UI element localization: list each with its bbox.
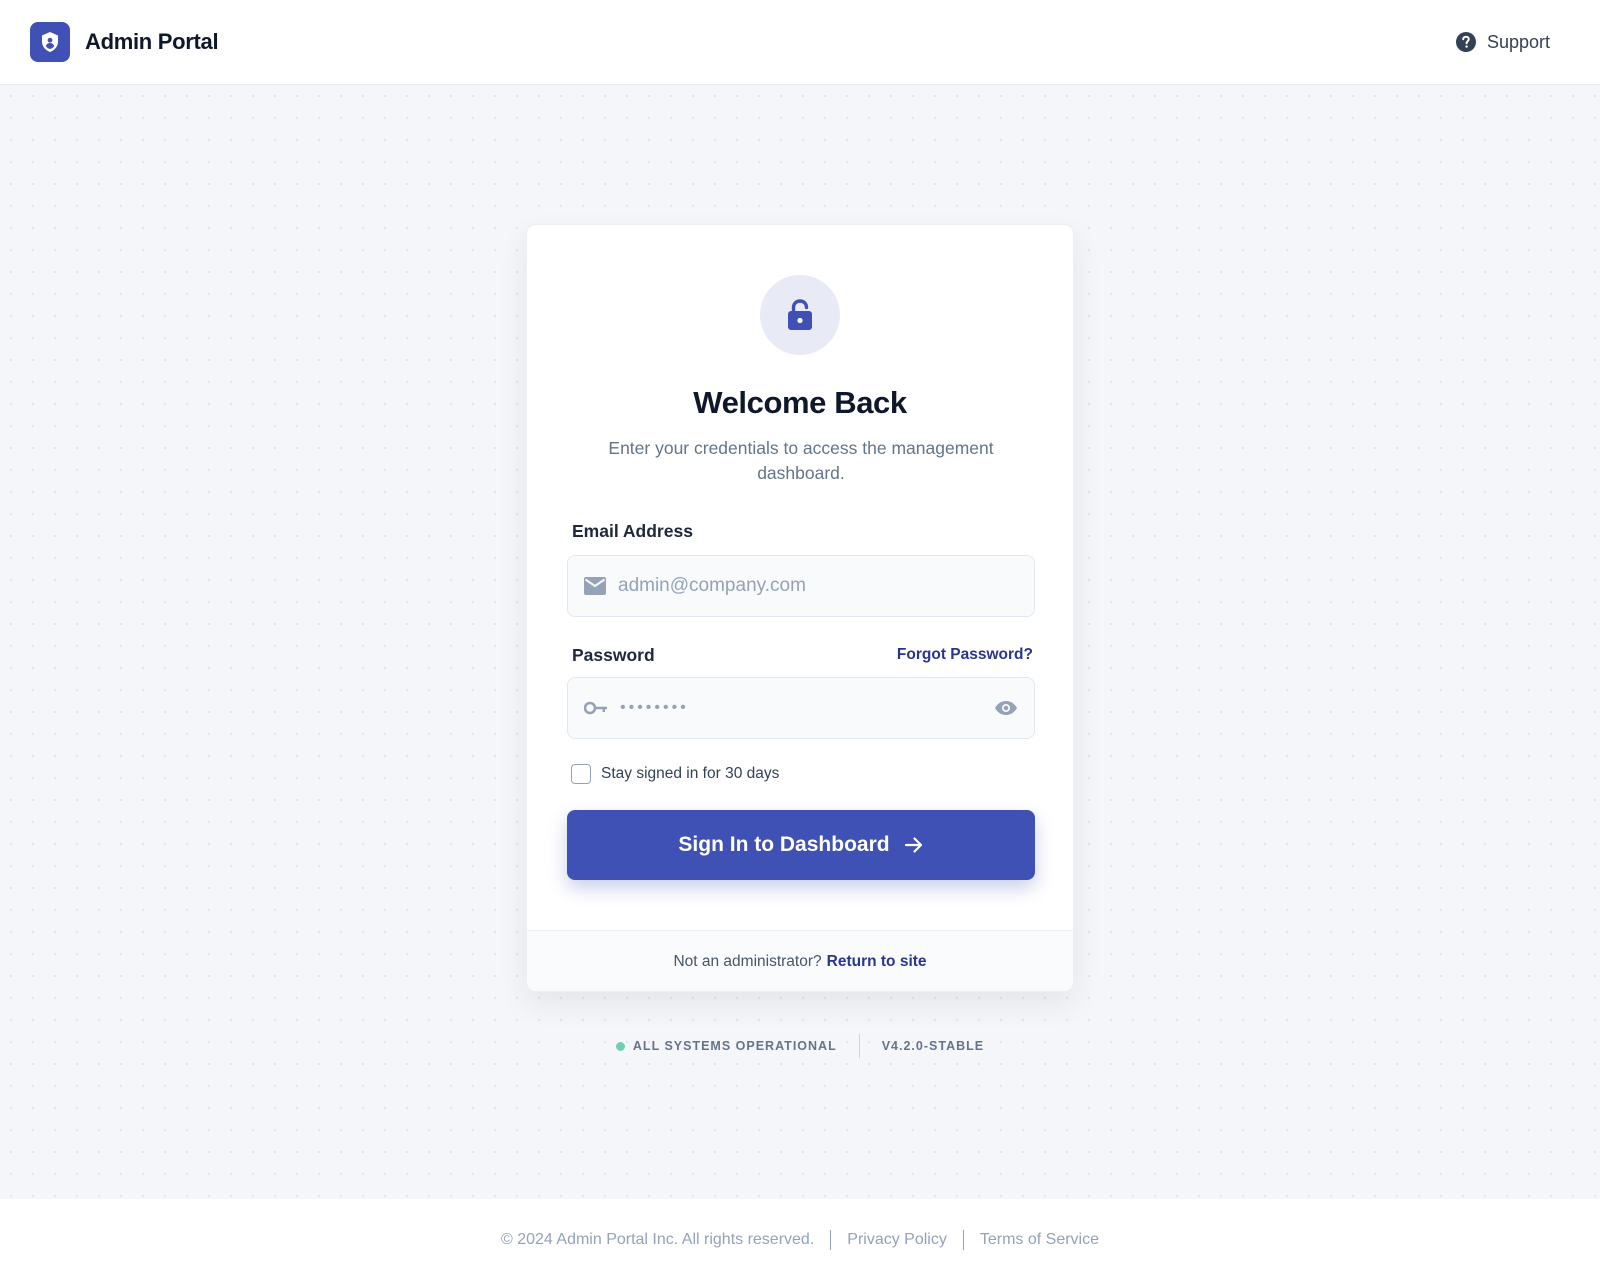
- support-label: Support: [1486, 31, 1550, 52]
- copyright-text: © 2024 Admin Portal Inc. All rights rese…: [501, 1230, 815, 1248]
- password-label: Password: [572, 645, 655, 665]
- brand[interactable]: Admin Portal: [30, 22, 219, 62]
- email-input[interactable]: [618, 575, 1018, 597]
- email-label: Email Address: [572, 521, 693, 541]
- remember-me[interactable]: Stay signed in for 30 days: [571, 764, 779, 784]
- login-card: Welcome Back Enter your credentials to a…: [526, 224, 1074, 992]
- not-admin-text: Not an administrator?: [673, 953, 822, 970]
- remember-checkbox[interactable]: [571, 764, 591, 784]
- footer-divider: [962, 1229, 964, 1250]
- page-subtitle: Enter your credentials to access the man…: [608, 438, 994, 483]
- system-status: ALL SYSTEMS OPERATIONAL V4.2.0-STABLE: [0, 1034, 1600, 1058]
- top-navbar: Admin Portal Support: [0, 0, 1600, 85]
- sign-in-label: Sign In to Dashboard: [678, 833, 890, 856]
- support-link[interactable]: Support: [1455, 31, 1550, 53]
- arrow-right-icon: [904, 837, 922, 853]
- card-footer: Not an administrator? Return to site: [527, 930, 1073, 991]
- sign-in-button[interactable]: Sign In to Dashboard: [567, 810, 1035, 880]
- key-icon: [584, 701, 607, 715]
- forgot-password-link[interactable]: Forgot Password?: [897, 646, 1033, 664]
- remember-label: Stay signed in for 30 days: [601, 765, 780, 782]
- return-to-site-link[interactable]: Return to site: [827, 953, 927, 971]
- status-text: ALL SYSTEMS OPERATIONAL: [632, 1039, 837, 1053]
- password-field[interactable]: ••••••••: [567, 677, 1035, 739]
- terms-of-service-link[interactable]: Terms of Service: [980, 1231, 1099, 1249]
- lock-badge: [760, 275, 840, 355]
- eye-icon[interactable]: [994, 700, 1018, 716]
- shield-user-icon: [30, 22, 70, 62]
- footer-divider: [830, 1229, 832, 1250]
- status-divider: [858, 1034, 860, 1058]
- email-field[interactable]: [567, 555, 1035, 617]
- unlock-icon: [788, 299, 812, 330]
- status-indicator-dot: [615, 1041, 625, 1051]
- page-title: Welcome Back: [693, 385, 907, 420]
- privacy-policy-link[interactable]: Privacy Policy: [847, 1231, 947, 1249]
- page-footer: © 2024 Admin Portal Inc. All rights rese…: [0, 1199, 1600, 1280]
- password-input[interactable]: ••••••••: [620, 699, 994, 717]
- brand-title: Admin Portal: [85, 29, 219, 54]
- mail-icon: [584, 577, 606, 595]
- question-circle-icon: [1455, 32, 1476, 52]
- version-label: V4.2.0-STABLE: [881, 1039, 985, 1053]
